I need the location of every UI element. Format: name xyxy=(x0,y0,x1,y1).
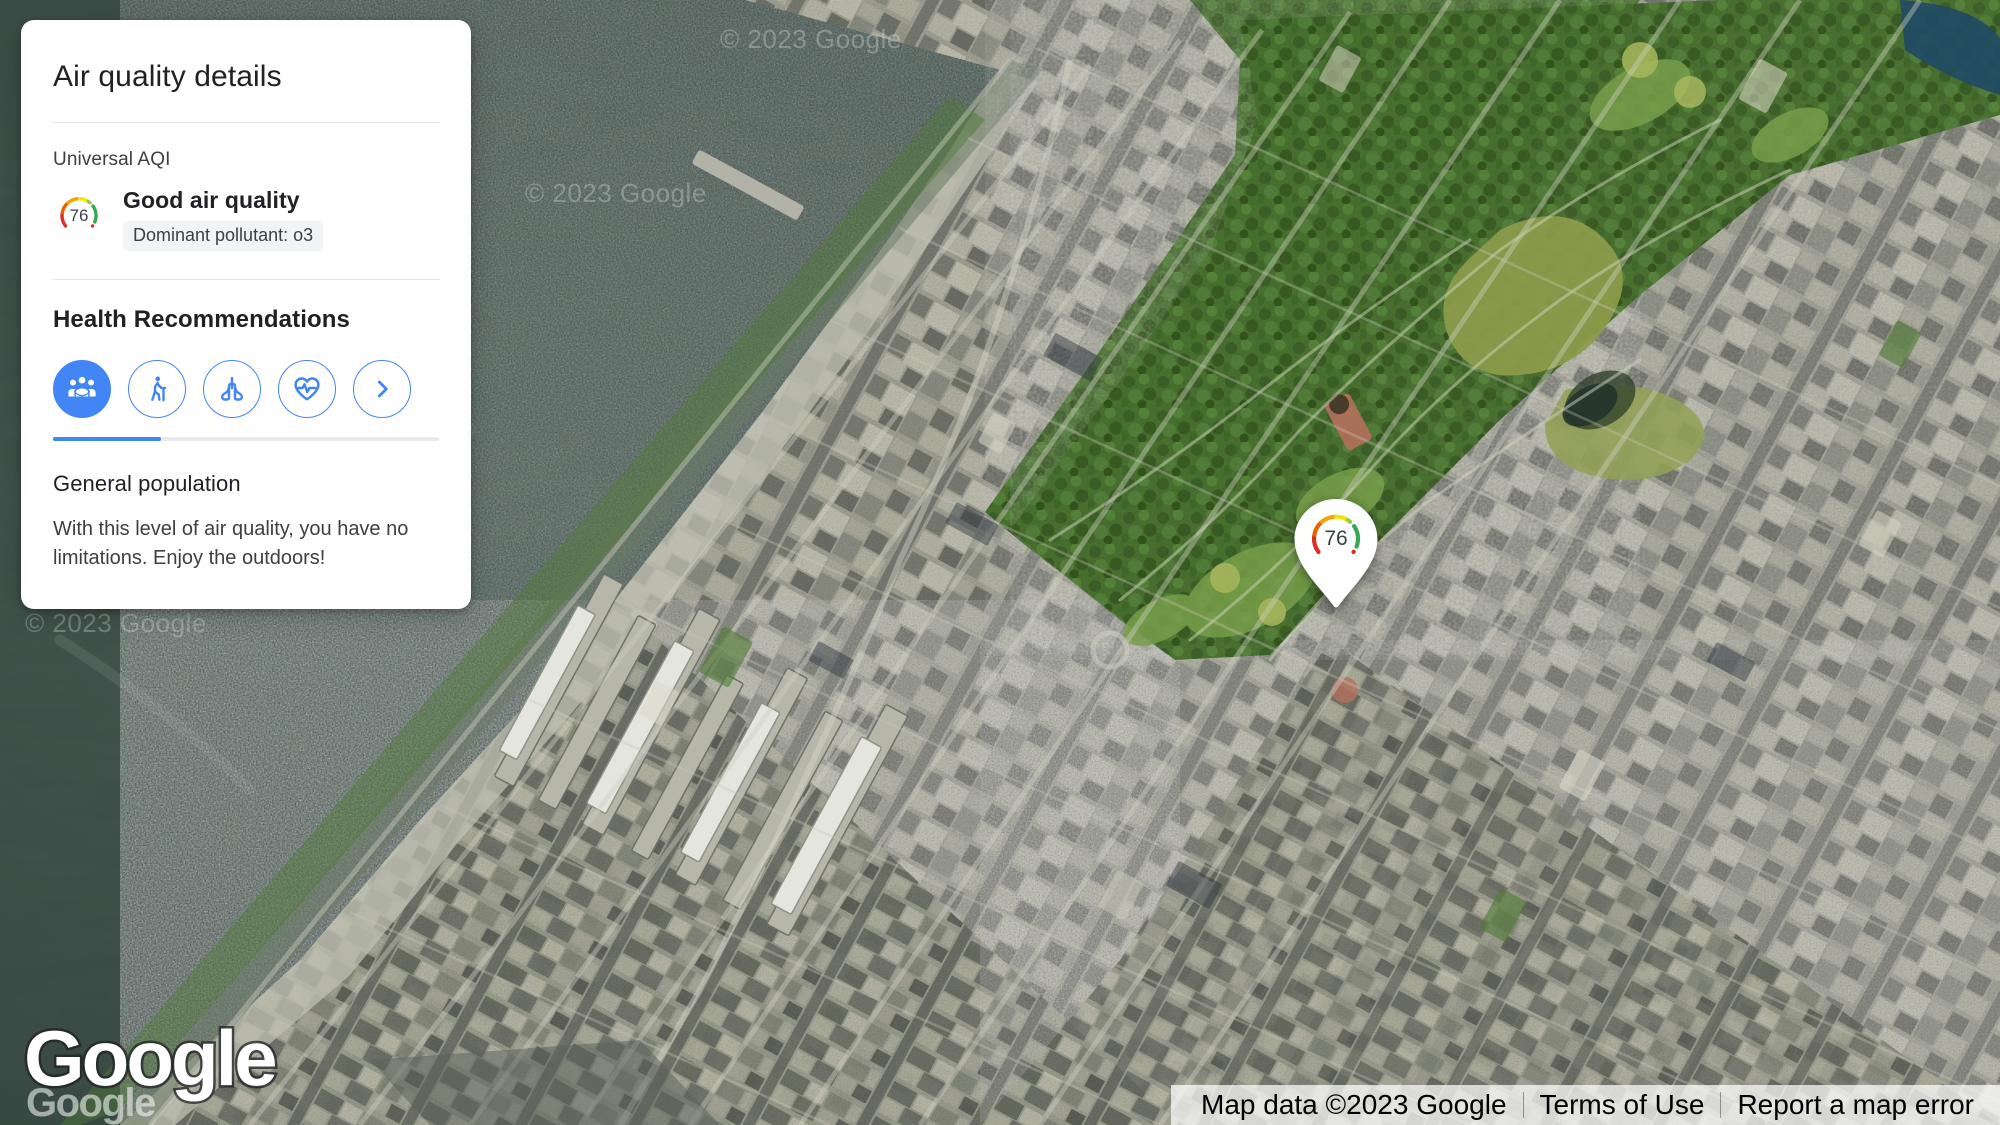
aqi-headline: Good air quality xyxy=(123,187,300,213)
aqi-summary-row: 76 Good air quality Dominant pollutant: … xyxy=(49,171,443,251)
map-application: © 2023 Google © 2023 Google © 2023 Googl… xyxy=(0,0,2000,1125)
aqi-value: 76 xyxy=(70,206,89,225)
google-logo-secondary: Google xyxy=(26,1081,156,1125)
health-recommendations-heading: Health Recommendations xyxy=(53,306,350,333)
lungs-icon xyxy=(220,376,244,401)
air-quality-marker[interactable]: 76 xyxy=(1290,495,1382,610)
air-quality-details-panel: Air quality details Universal AQI 76 Goo… xyxy=(21,20,471,609)
elderly-person-cane-icon xyxy=(151,376,167,402)
panel-title: Air quality details xyxy=(53,60,282,93)
recommendation-title: General population xyxy=(53,471,241,496)
health-recommendation-tabs xyxy=(49,334,443,418)
universal-aqi-label: Universal AQI xyxy=(53,149,171,170)
aqi-gauge-svg: 76 xyxy=(60,197,98,228)
dominant-pollutant-badge: Dominant pollutant: o3 xyxy=(123,221,324,251)
tab-more-next[interactable] xyxy=(353,360,411,418)
heart-pulse-icon xyxy=(294,377,320,401)
tab-elderly[interactable] xyxy=(128,360,186,418)
attribution-map-data: Map data ©2023 Google xyxy=(1201,1089,1507,1120)
group-people-icon xyxy=(68,376,96,397)
health-tabs-scroll-thumb[interactable] xyxy=(53,437,162,441)
report-map-error-link[interactable]: Report a map error xyxy=(1721,1089,1990,1121)
recommendation-body: With this level of air quality, you have… xyxy=(53,518,409,569)
health-tabs-scroll-indicator[interactable] xyxy=(53,437,439,441)
tab-lung-diseases[interactable] xyxy=(203,360,261,418)
tab-general-population[interactable] xyxy=(53,360,111,418)
chevron-right-icon xyxy=(377,380,388,398)
aqi-gauge: 76 xyxy=(51,190,107,246)
tab-heart-diseases[interactable] xyxy=(278,360,336,418)
terms-of-use-link[interactable]: Terms of Use xyxy=(1524,1089,1721,1121)
aqi-text-group: Good air quality Dominant pollutant: o3 xyxy=(123,185,324,251)
map-attribution-bar: Map data ©2023 Google Terms of Use Repor… xyxy=(1171,1085,2000,1125)
marker-aqi-value: 76 xyxy=(1324,527,1347,550)
